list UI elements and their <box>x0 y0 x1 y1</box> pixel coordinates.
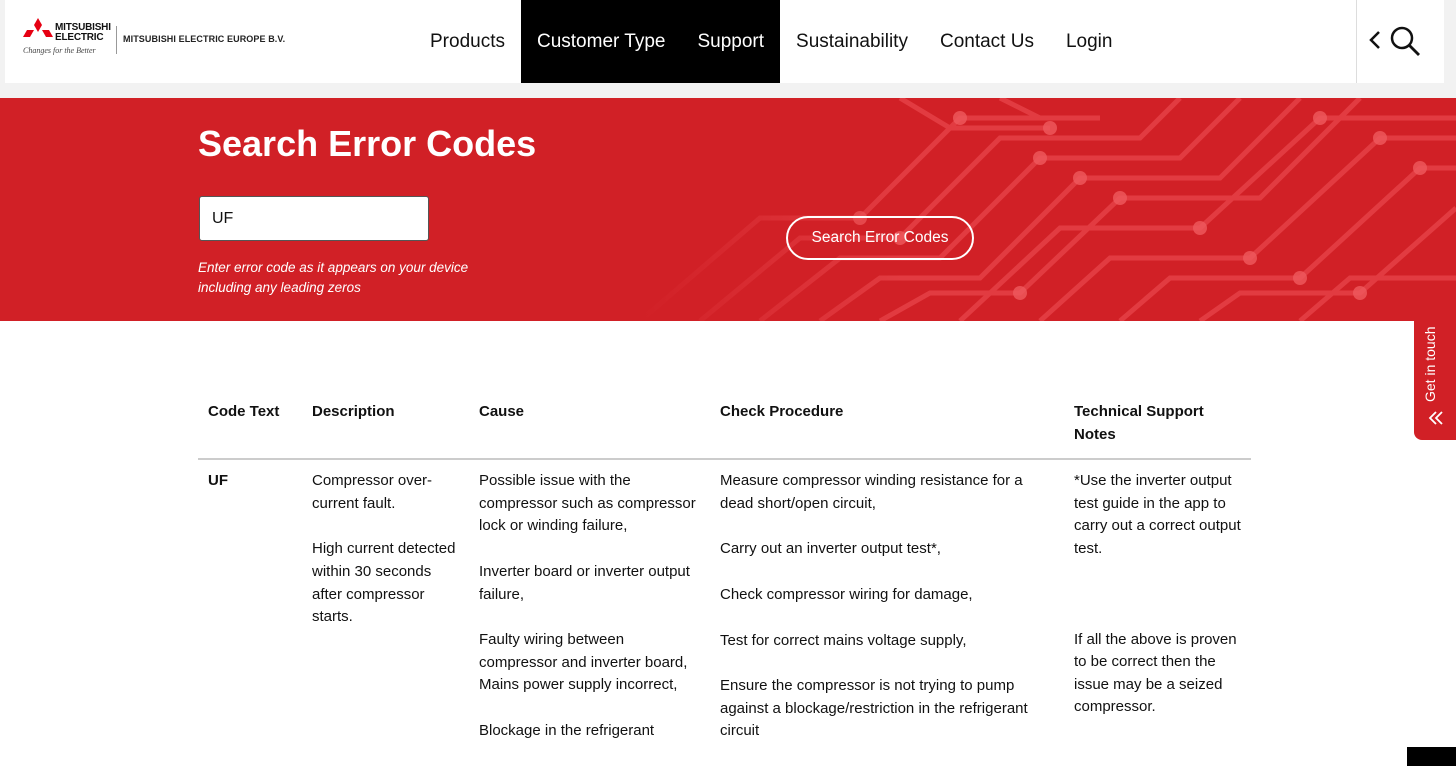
cell-cause: Possible issue with the compressor such … <box>479 472 696 739</box>
input-hint: Enter error code as it appears on your d… <box>198 260 469 295</box>
main-nav: Products Customer Type Support Sustainab… <box>414 0 1128 83</box>
nav-products[interactable]: Products <box>414 0 521 83</box>
cell-code: UF <box>208 472 228 490</box>
header-technical-support-notes: Technical Support Notes <box>1064 389 1251 461</box>
header-cause: Cause <box>469 389 710 461</box>
table-row: UF Compressor over-current fault. High c… <box>198 459 1251 766</box>
cell-technical-notes: *Use the inverter output test guide in t… <box>1074 472 1241 716</box>
header-description: Description <box>302 389 469 461</box>
nav-login[interactable]: Login <box>1050 0 1129 83</box>
logo-tagline: Changes for the Better <box>23 46 96 55</box>
header-tools <box>1356 0 1444 83</box>
cell-description: Compressor over-current fault. High curr… <box>312 472 456 626</box>
nav-contact-us[interactable]: Contact Us <box>924 0 1050 83</box>
three-diamonds-logo-icon <box>23 18 53 37</box>
chevron-left-icon[interactable] <box>1367 28 1383 52</box>
company-name: MITSUBISHI ELECTRIC EUROPE B.V. <box>123 34 286 44</box>
header-code-text: Code Text <box>198 389 302 461</box>
site-header: MITSUBISHI ELECTRIC Changes for the Bett… <box>5 0 1444 83</box>
logo-divider <box>116 26 117 54</box>
corner-widget[interactable] <box>1407 747 1456 766</box>
page: MITSUBISHI ELECTRIC Changes for the Bett… <box>0 0 1456 766</box>
error-code-table: Code Text Description Cause Check Proced… <box>198 389 1251 766</box>
logo-brand: MITSUBISHI ELECTRIC <box>55 22 111 43</box>
search-error-codes-button[interactable]: Search Error Codes <box>786 216 974 260</box>
error-code-input[interactable] <box>199 196 429 241</box>
search-hero: Search Error Codes Enter error code as i… <box>0 98 1456 321</box>
double-chevron-left-icon <box>1428 411 1443 425</box>
results-section: Code Text Description Cause Check Proced… <box>0 321 1456 766</box>
table-header-row: Code Text Description Cause Check Proced… <box>198 389 1251 461</box>
nav-sustainability[interactable]: Sustainability <box>780 0 924 83</box>
nav-support[interactable]: Support <box>681 0 781 83</box>
cell-check-procedure: Measure compressor winding resistance fo… <box>720 472 1028 740</box>
nav-customer-type[interactable]: Customer Type <box>520 0 682 83</box>
get-in-touch-label: Get in touch <box>1422 326 1438 403</box>
mitsubishi-logo[interactable]: MITSUBISHI ELECTRIC Changes for the Bett… <box>23 18 293 58</box>
header-check-procedure: Check Procedure <box>710 389 1064 461</box>
get-in-touch-tab[interactable]: Get in touch <box>1414 306 1456 440</box>
search-icon[interactable] <box>1388 24 1422 58</box>
page-title: Search Error Codes <box>198 123 537 164</box>
